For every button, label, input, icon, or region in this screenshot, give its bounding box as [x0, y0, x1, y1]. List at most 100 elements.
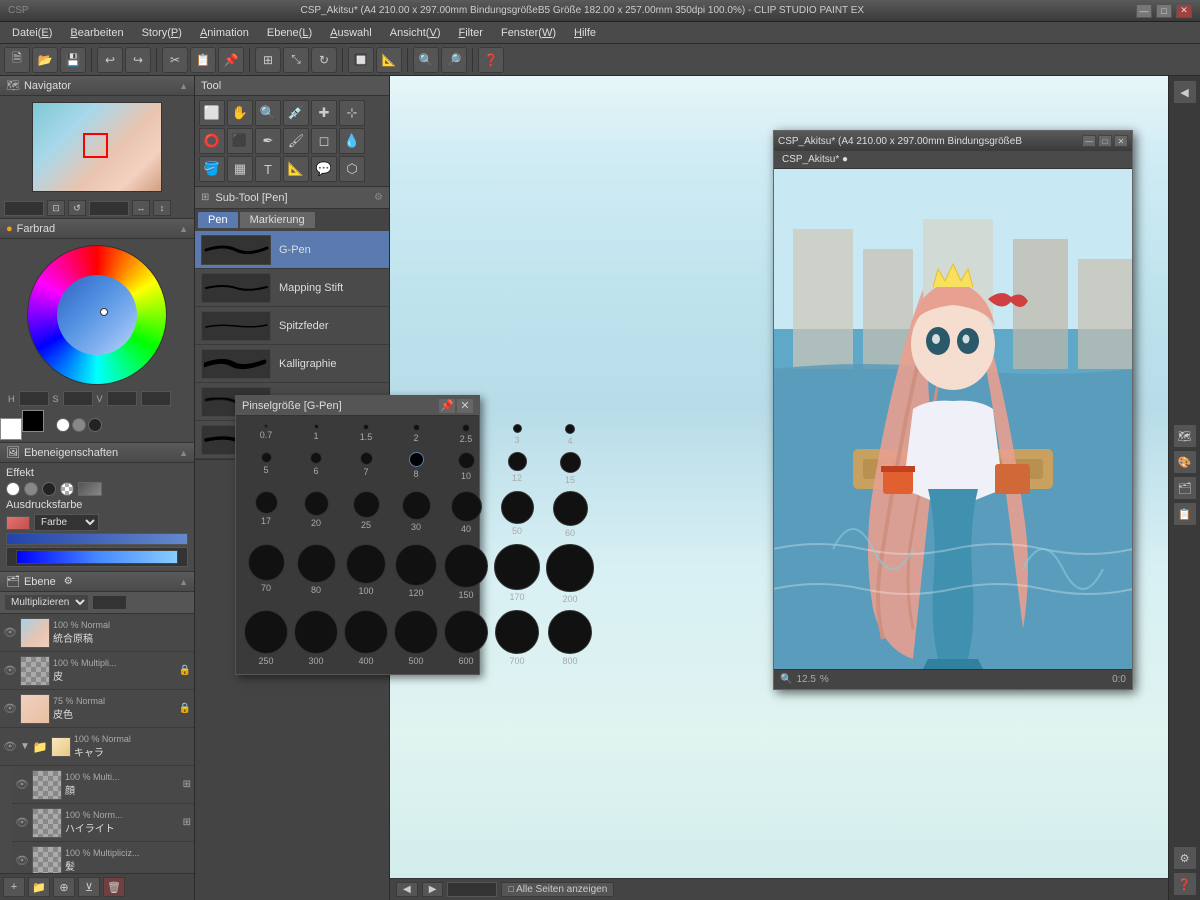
layer-item[interactable]: 👁 100 % Multipliciz... 髪: [12, 842, 194, 873]
tb-copy[interactable]: 📋: [190, 47, 216, 73]
tool-fill[interactable]: 🪣: [199, 156, 225, 182]
delete-layer-btn[interactable]: 🗑: [103, 877, 125, 897]
tool-select[interactable]: ⬜: [199, 100, 225, 126]
bs-cell-1[interactable]: 1: [292, 422, 340, 448]
canvas-zoom-display[interactable]: -90.0: [447, 882, 497, 897]
bs-cell-25[interactable]: 25: [342, 489, 390, 540]
tb-transform[interactable]: ⊞: [255, 47, 281, 73]
nav-rotate-btn[interactable]: ↺: [68, 200, 86, 216]
group-expand-arrow[interactable]: ▼: [20, 741, 30, 752]
secondary-window-tab[interactable]: CSP_Akitsu* ●: [774, 151, 1132, 169]
menu-auswahl[interactable]: Auswahl: [322, 25, 380, 41]
layer-visibility-toggle[interactable]: 👁: [3, 702, 17, 716]
sw-maximize[interactable]: □: [1098, 135, 1112, 147]
navigator-collapse[interactable]: ▲: [179, 81, 188, 91]
layer-item[interactable]: 👁 100 % Normal 統合原稿: [0, 614, 194, 652]
menu-fenster[interactable]: Fenster(W): [493, 25, 564, 41]
bs-cell-250[interactable]: 250: [242, 608, 290, 668]
color-wheel-inner[interactable]: [57, 275, 137, 355]
tab-markierung[interactable]: Markierung: [239, 211, 316, 229]
menu-datei[interactable]: Datei(E): [4, 25, 60, 41]
canvas-area[interactable]: ◀ ▶ -90.0 □ Alle Seiten anzeigen CSP_Aki…: [390, 76, 1168, 900]
bs-cell-1.5[interactable]: 1.5: [342, 422, 390, 448]
rs-color-btn[interactable]: 🎨: [1173, 450, 1197, 474]
copy-layer-btn[interactable]: ⊕: [53, 877, 75, 897]
mode-black[interactable]: [88, 418, 102, 432]
sub-tool-g-pen[interactable]: G-Pen: [195, 231, 389, 269]
nav-flip-v[interactable]: ↕: [153, 200, 171, 216]
menu-story[interactable]: Story(P): [134, 25, 190, 41]
layer-visibility-toggle[interactable]: 👁: [15, 854, 29, 868]
sat-input[interactable]: 5: [63, 391, 93, 406]
tool-select2[interactable]: ⬛: [227, 128, 253, 154]
menu-ansicht[interactable]: Ansicht(V): [382, 25, 449, 41]
tab-pen[interactable]: Pen: [197, 211, 239, 229]
bs-cell-5[interactable]: 5: [242, 450, 290, 487]
tool-move[interactable]: ✚: [311, 100, 337, 126]
tb-scale[interactable]: ⤡: [283, 47, 309, 73]
effect-circle-checkered[interactable]: [60, 482, 74, 496]
tool-edit[interactable]: ⊹: [339, 100, 365, 126]
menu-bearbeiten[interactable]: Bearbeiten: [62, 25, 131, 41]
nav-fit-btn[interactable]: ⊡: [47, 200, 65, 216]
effects-collapse[interactable]: ▲: [179, 448, 188, 458]
effect-circle-gray[interactable]: [24, 482, 38, 496]
tb-snap[interactable]: 🔲: [348, 47, 374, 73]
bs-cell-6[interactable]: 6: [292, 450, 340, 487]
layer-visibility-toggle[interactable]: 👁: [15, 778, 29, 792]
layer-visibility-toggle[interactable]: 👁: [15, 816, 29, 830]
tool-pen[interactable]: ✒: [255, 128, 281, 154]
bs-cell-300[interactable]: 300: [292, 608, 340, 668]
merge-down-btn[interactable]: ⊻: [78, 877, 100, 897]
tool-ruler[interactable]: 📐: [283, 156, 309, 182]
layers-options-icon[interactable]: ⚙: [64, 576, 73, 587]
layer-visibility-toggle[interactable]: 👁: [3, 626, 17, 640]
effect-circle-black[interactable]: [42, 482, 56, 496]
tool-lasso[interactable]: ⭕: [199, 128, 225, 154]
effect-circle-white[interactable]: [6, 482, 20, 496]
rs-settings-btn[interactable]: ⚙: [1173, 846, 1197, 870]
tb-redo[interactable]: ↪: [125, 47, 151, 73]
tool-balloon[interactable]: 💬: [311, 156, 337, 182]
menu-filter[interactable]: Filter: [451, 25, 491, 41]
layer-visibility-toggle[interactable]: 👁: [3, 740, 17, 754]
tb-cut[interactable]: ✂: [162, 47, 188, 73]
sw-close[interactable]: ✕: [1114, 135, 1128, 147]
bs-cell-17[interactable]: 17: [242, 489, 290, 540]
layer-item[interactable]: 👁 100 % Norm... ハイライト ⊞: [12, 804, 194, 842]
tb-open[interactable]: 📂: [32, 47, 58, 73]
tool-eraser[interactable]: ◻: [311, 128, 337, 154]
bs-cell-400[interactable]: 400: [342, 608, 390, 668]
maximize-button[interactable]: □: [1156, 4, 1172, 18]
secondary-window-canvas[interactable]: [774, 169, 1132, 669]
color-select[interactable]: Farbe: [34, 514, 99, 531]
bs-cell-100[interactable]: 100: [342, 542, 390, 606]
tb-save[interactable]: 💾: [60, 47, 86, 73]
minimize-button[interactable]: —: [1136, 4, 1152, 18]
color-wheel[interactable]: [27, 245, 167, 385]
rs-navigator-btn[interactable]: 🗺: [1173, 424, 1197, 448]
sub-tool-kalli[interactable]: Kalligraphie: [195, 345, 389, 383]
rs-help-btn[interactable]: ❓: [1173, 872, 1197, 896]
rs-materials-btn[interactable]: 📋: [1173, 502, 1197, 526]
layers-collapse[interactable]: ▲: [179, 577, 188, 587]
new-layer-btn[interactable]: +: [3, 877, 25, 897]
menu-animation[interactable]: Animation: [192, 25, 257, 41]
zoom-input[interactable]: 100.0: [4, 201, 44, 216]
tb-zoom-in[interactable]: 🔍: [413, 47, 439, 73]
tool-brush[interactable]: 🖌: [283, 128, 309, 154]
nav-flip-h[interactable]: ↔: [132, 200, 150, 216]
bs-cell-70[interactable]: 70: [242, 542, 290, 606]
rotation-input[interactable]: -90.0: [89, 201, 129, 216]
foreground-color-swatch[interactable]: [22, 410, 44, 432]
canvas-prev-page[interactable]: ◀: [396, 882, 418, 897]
effect-square[interactable]: [78, 482, 102, 496]
tb-help[interactable]: ❓: [478, 47, 504, 73]
opacity-input[interactable]: 100: [92, 595, 127, 610]
layer-item[interactable]: 👁 100 % Multipli... 皮 🔒: [0, 652, 194, 690]
tool-frame[interactable]: ⬡: [339, 156, 365, 182]
tool-text[interactable]: T: [255, 156, 281, 182]
bs-cell-0.7[interactable]: 0.7: [242, 422, 290, 448]
opacity-input-color[interactable]: 70: [141, 391, 171, 406]
sub-tool-spitz[interactable]: Spitzfeder: [195, 307, 389, 345]
